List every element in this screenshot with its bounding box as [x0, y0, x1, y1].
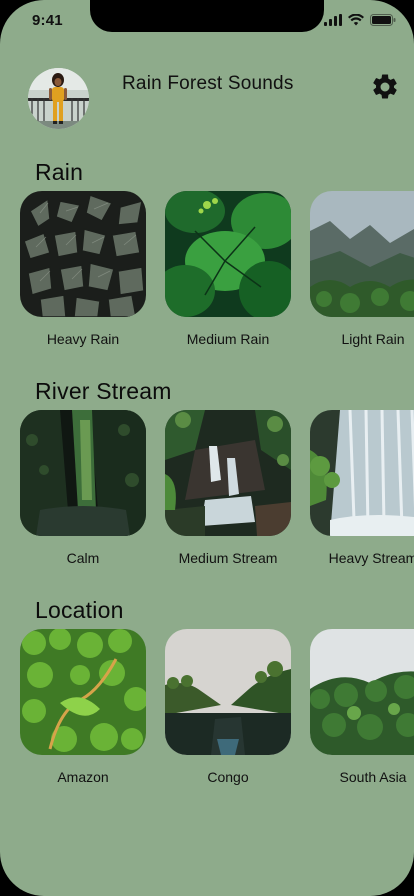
location-card-amazon[interactable]: Amazon	[20, 629, 146, 785]
sound-card-heavy-stream[interactable]: Heavy Stream	[310, 410, 414, 566]
notch	[90, 0, 324, 32]
status-time: 9:41	[32, 12, 63, 29]
location-row: Amazon Congo South Asia	[0, 629, 414, 809]
sound-label: Calm	[66, 550, 100, 566]
avatar-image	[28, 68, 89, 129]
sound-label: Medium Rain	[186, 331, 270, 347]
location-thumbnail	[165, 629, 291, 755]
location-thumbnail	[20, 629, 146, 755]
wifi-icon	[348, 14, 364, 26]
status-icons	[324, 14, 396, 26]
sound-thumbnail	[20, 191, 146, 317]
section-title-location: Location	[35, 597, 124, 623]
battery-icon	[370, 14, 396, 26]
sound-label: Heavy Rain	[46, 331, 120, 347]
location-label: South Asia	[339, 769, 407, 785]
location-thumbnail	[310, 629, 414, 755]
cellular-signal-icon	[324, 14, 342, 26]
section-title-river-stream: River Stream	[35, 378, 172, 404]
rain-row: Heavy Rain Medium Rain Light Rain	[0, 191, 414, 371]
status-bar: 9:41	[0, 0, 414, 44]
sound-card-heavy-rain[interactable]: Heavy Rain	[20, 191, 146, 347]
location-card-congo[interactable]: Congo	[165, 629, 291, 785]
sound-label: Heavy Stream	[328, 550, 414, 566]
sound-thumbnail	[310, 191, 414, 317]
sound-thumbnail	[165, 191, 291, 317]
sound-thumbnail	[165, 410, 291, 536]
sound-card-light-rain[interactable]: Light Rain	[310, 191, 414, 347]
section-title-rain: Rain	[35, 159, 84, 185]
profile-avatar[interactable]	[28, 68, 89, 129]
sound-label: Medium Stream	[178, 550, 278, 566]
river-stream-row: Calm Medium Stream Heavy Stream	[0, 410, 414, 590]
sound-thumbnail	[20, 410, 146, 536]
app-title: Rain Forest Sounds	[122, 73, 294, 94]
location-card-south-asia[interactable]: South Asia	[310, 629, 414, 785]
location-label: Amazon	[57, 769, 109, 785]
sound-card-calm[interactable]: Calm	[20, 410, 146, 566]
settings-button[interactable]	[370, 72, 400, 102]
app-screen: 9:41 Rain Forest Sounds Rain Heavy Rain …	[0, 0, 414, 896]
sound-card-medium-rain[interactable]: Medium Rain	[165, 191, 291, 347]
sound-thumbnail	[310, 410, 414, 536]
gear-icon	[373, 74, 397, 99]
sound-card-medium-stream[interactable]: Medium Stream	[165, 410, 291, 566]
location-label: Congo	[207, 769, 249, 785]
sound-label: Light Rain	[341, 331, 405, 347]
